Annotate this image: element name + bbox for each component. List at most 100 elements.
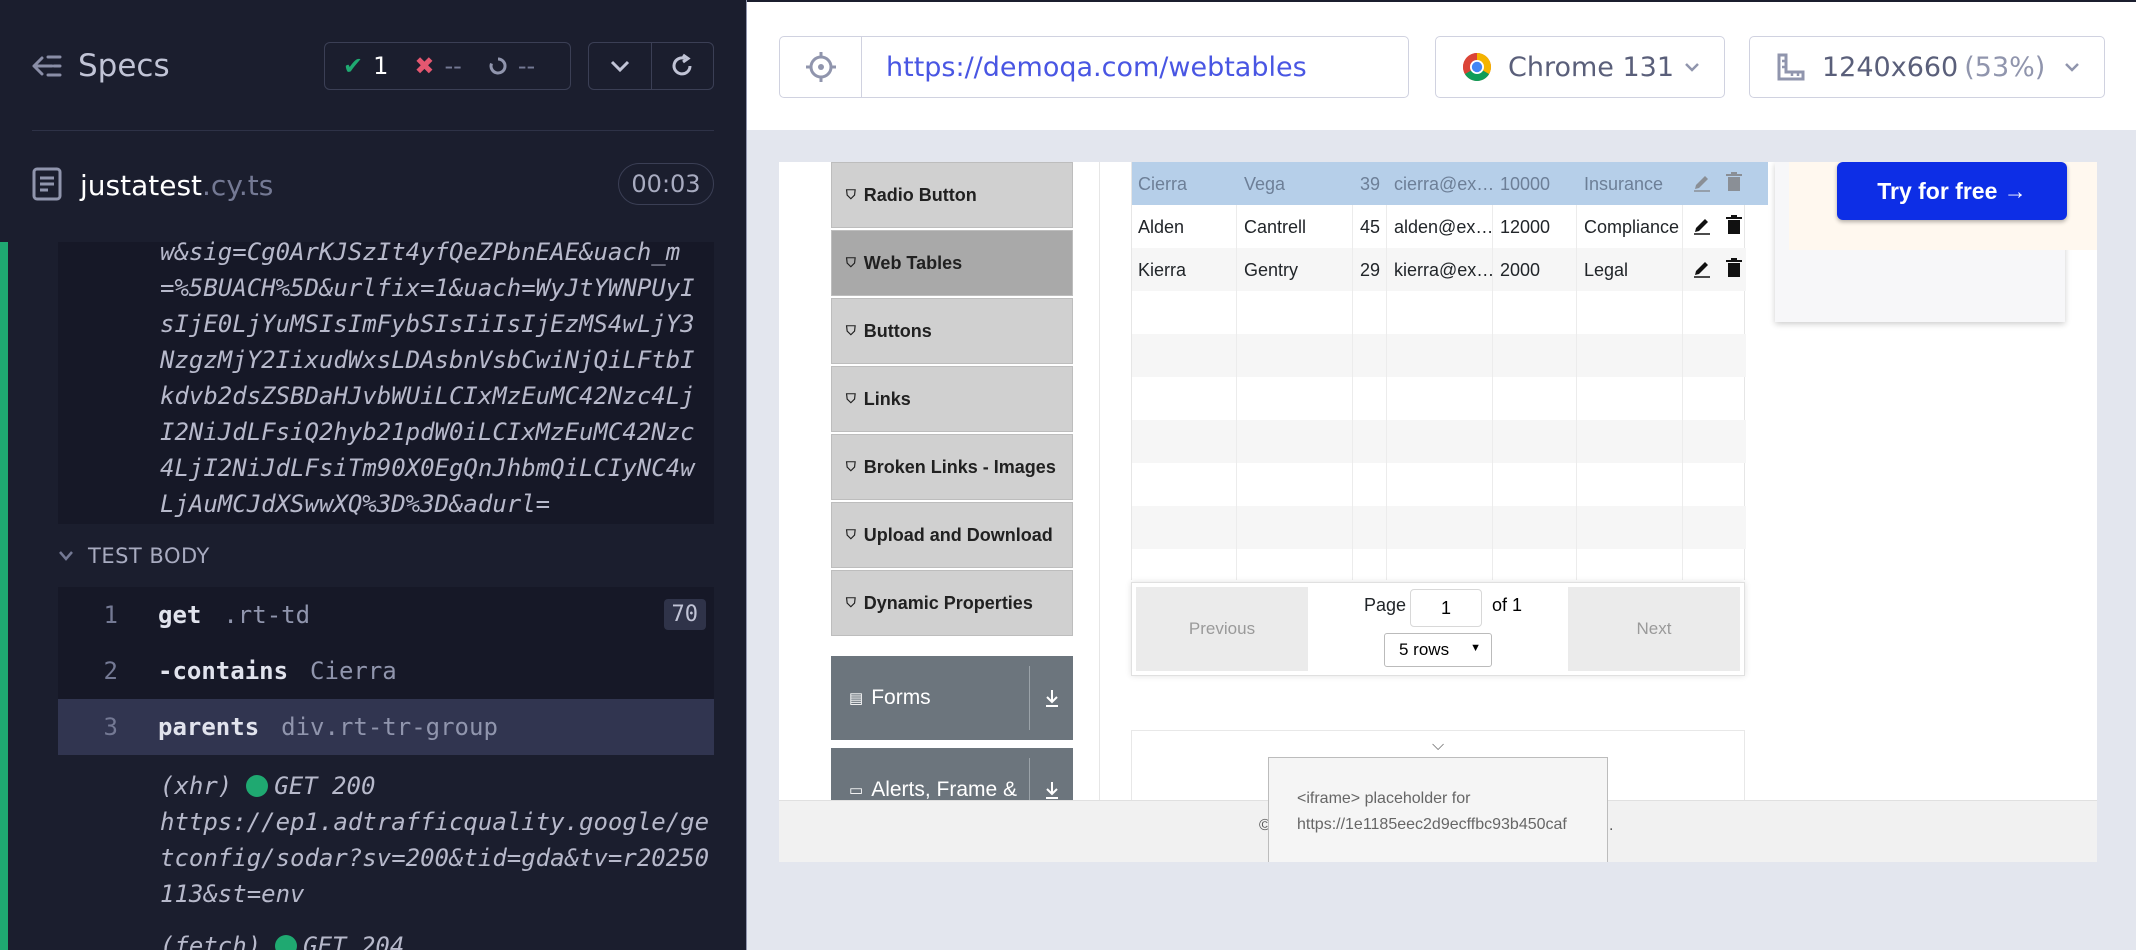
edit-icon[interactable] — [1692, 215, 1712, 235]
command-name: get — [158, 601, 202, 629]
command-list: 1 get .rt-td 70 2 -contains Cierra 3 par… — [58, 587, 714, 755]
iframe-placeholder-label: <iframe> placeholder for — [1297, 790, 1471, 807]
test-stats: ✔ 1 ✖ -- -- — [324, 42, 571, 90]
status-dot-icon — [275, 935, 298, 950]
viewport-selector[interactable]: 1240x660 (53%) — [1749, 36, 2105, 98]
aut-panel: https://demoqa.com/webtables Chrome 131 … — [746, 0, 2136, 950]
failed-stat[interactable]: ✖ -- — [414, 52, 461, 80]
reporter-panel: Specs ✔ 1 ✖ -- -- justatest.cy.ts 00:03 … — [0, 0, 746, 950]
browser-selector[interactable]: Chrome 131 — [1435, 36, 1725, 98]
table-row-empty — [1132, 463, 1746, 506]
menu-item-radio-button[interactable]: ⛉ Radio Button — [831, 162, 1073, 228]
command-number: 1 — [103, 601, 118, 629]
pending-count: -- — [517, 52, 536, 80]
delete-icon[interactable] — [1726, 258, 1742, 278]
group-label: Alerts, Frame & — [871, 778, 1018, 801]
previous-button[interactable]: Previous — [1136, 587, 1308, 671]
request-type: (xhr) — [160, 772, 233, 800]
menu-item-buttons[interactable]: ⛉ Buttons — [831, 298, 1073, 364]
spec-filename: justatest.cy.ts — [80, 169, 273, 202]
command-number: 3 — [103, 713, 118, 741]
menu-item-dynamic-properties[interactable]: ⛉ Dynamic Properties — [831, 570, 1073, 636]
rows-option: 5 rows — [1399, 640, 1450, 659]
edit-icon[interactable] — [1692, 258, 1712, 278]
menu-group-forms[interactable]: ▤ Forms — [831, 656, 1073, 740]
column-separator — [1576, 205, 1577, 580]
shield-icon: ⛉ — [846, 187, 856, 202]
try-for-free-button[interactable]: Try for free → — [1837, 162, 2067, 220]
chevron-down-icon — [59, 551, 73, 561]
chrome-icon — [1463, 53, 1491, 81]
spec-file-icon — [32, 167, 62, 201]
column-separator — [1386, 205, 1387, 580]
page-jump-input[interactable]: 1 — [1410, 589, 1482, 627]
aut-iframe: ⛉ Radio Button ⛉ Web Tables ⛉ Buttons ⛉ Link… — [779, 162, 2097, 862]
request-type: (fetch) — [160, 932, 262, 950]
pending-stat[interactable]: -- — [488, 52, 535, 80]
aut-url[interactable]: https://demoqa.com/webtables — [862, 37, 1307, 97]
viewport-size: 1240x660 — [1822, 51, 1959, 83]
failed-count: -- — [444, 52, 462, 80]
table-row[interactable]: Alden Cantrell 45 alden@ex… 12000 Compli… — [1132, 205, 1746, 248]
menu-item-web-tables[interactable]: ⛉ Web Tables — [831, 230, 1073, 296]
window-icon: ▭ — [849, 782, 864, 799]
command-row[interactable]: 1 get .rt-td 70 — [58, 587, 714, 643]
passed-count: 1 — [373, 52, 389, 80]
test-body-header[interactable]: TEST BODY — [58, 544, 210, 568]
selector-playground-button[interactable] — [780, 37, 862, 97]
request-url: https://ep1.adtrafficquality.google/getc… — [160, 808, 710, 908]
specs-button[interactable]: Specs — [32, 48, 170, 84]
command-name: parents — [158, 713, 260, 741]
menu-item-broken-links[interactable]: ⛉ Broken Links - Images — [831, 434, 1073, 500]
pending-spinner-icon — [489, 57, 507, 75]
delete-icon[interactable] — [1726, 215, 1742, 235]
reporter-header: Specs ✔ 1 ✖ -- -- — [0, 0, 746, 130]
cell-first-name: Alden — [1138, 217, 1185, 237]
delete-icon[interactable] — [1726, 172, 1742, 192]
chevron-down-icon — [2065, 63, 2079, 72]
chevron-down-icon — [610, 60, 629, 73]
specs-back-icon — [32, 55, 62, 77]
passed-stat[interactable]: ✔ 1 — [343, 52, 388, 80]
web-table: Cierra Vega 39 cierra@ex… 10000 Insuranc… — [1131, 162, 1768, 580]
command-row-active[interactable]: 3 parents div.rt-tr-group — [58, 699, 714, 755]
shield-icon: ⛉ — [846, 255, 856, 270]
edit-icon[interactable] — [1692, 172, 1712, 192]
cell-last-name: Cantrell — [1244, 217, 1307, 237]
next-button[interactable]: Next — [1568, 587, 1740, 671]
column-separator — [1492, 205, 1493, 580]
rerun-button[interactable] — [652, 43, 714, 89]
shield-icon: ⛉ — [846, 391, 856, 406]
spec-extension: .cy.ts — [202, 169, 274, 202]
menu-item-label: Web Tables — [863, 252, 963, 273]
menu-item-label: Radio Button — [863, 184, 977, 205]
check-icon: ✔ — [343, 52, 364, 80]
table-row-highlighted[interactable]: Cierra Vega 39 cierra@ex… 10000 Insuranc… — [1132, 162, 1768, 205]
table-row-empty — [1132, 420, 1746, 463]
iframe-placeholder-url: https://1e1185eec2d9ecffbc93b450caf — [1297, 816, 1567, 833]
ad-banner: Try for free → — [1775, 162, 2097, 322]
zoom-level: (53%) — [1964, 51, 2046, 83]
menu-item-links[interactable]: ⛉ Links — [831, 366, 1073, 432]
menu-item-upload-download[interactable]: ⛉ Upload and Download — [831, 502, 1073, 568]
chevron-down-icon[interactable]: ⌵ — [1432, 737, 1444, 755]
rows-per-page-select[interactable]: 5 rows ▼ — [1384, 633, 1492, 667]
collapse-button[interactable] — [589, 43, 652, 89]
xhr-log-entry[interactable]: (xhr) GET 200 https://ep1.adtrafficqualit… — [160, 768, 720, 912]
table-row-empty — [1132, 334, 1746, 377]
cell-salary: 12000 — [1500, 217, 1551, 237]
command-arg: Cierra — [310, 657, 397, 685]
pagination: Previous Page 1 of 1 5 rows ▼ Next — [1131, 582, 1745, 676]
table-row[interactable]: Kierra Gentry 29 kierra@ex… 2000 Legal — [1132, 248, 1746, 291]
command-name: -contains — [158, 657, 289, 685]
table-row-empty — [1132, 377, 1746, 420]
menu-item-label: Upload and Download — [863, 524, 1053, 545]
chevron-down-icon — [1685, 63, 1699, 72]
url-bar: https://demoqa.com/webtables — [779, 36, 1409, 98]
cell-department: Compliance — [1584, 217, 1680, 237]
status-dot-icon — [246, 775, 269, 797]
command-log[interactable]: w&sig=Cg0ArKJSzIt4yfQeZPbnEAE&uach_m=%5B… — [0, 238, 746, 950]
command-row[interactable]: 2 -contains Cierra — [58, 643, 714, 699]
fetch-log-entry[interactable]: (fetch) GET 204 — [160, 928, 720, 950]
command-number: 2 — [103, 657, 118, 685]
